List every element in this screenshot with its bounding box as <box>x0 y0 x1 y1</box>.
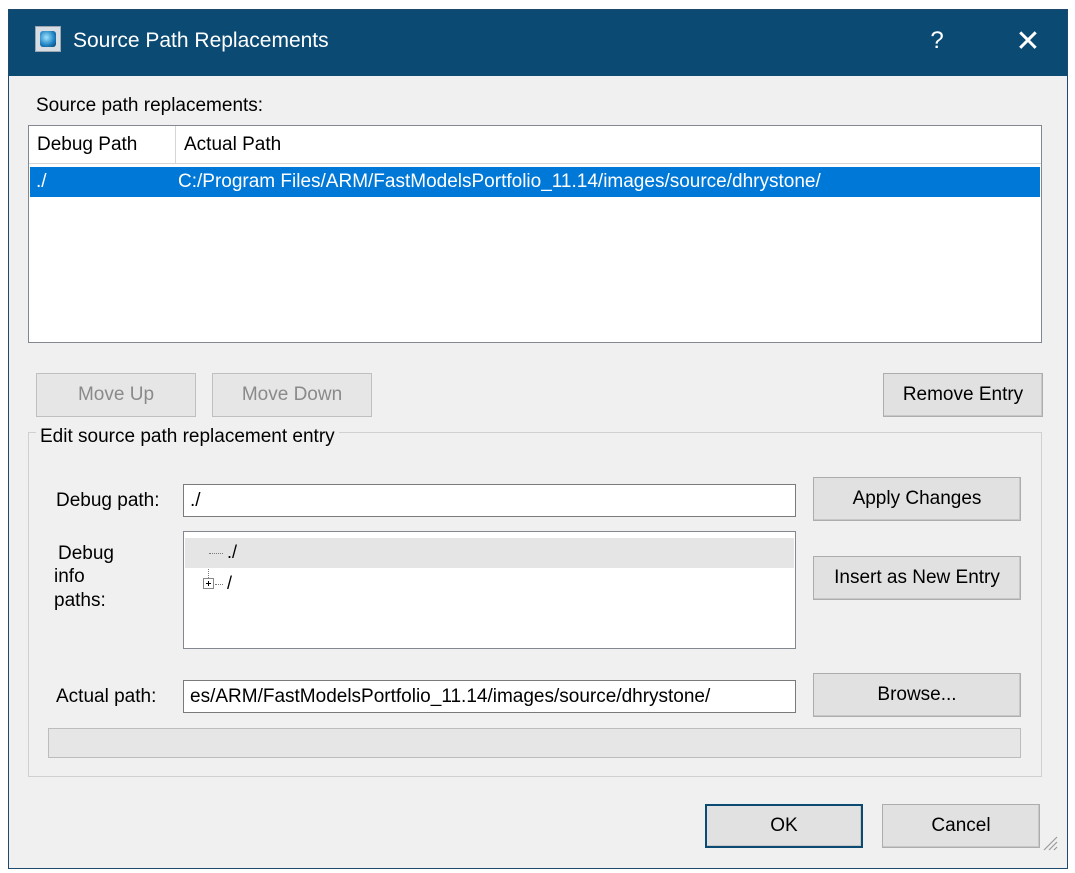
column-header-debug-path[interactable]: Debug Path <box>29 126 176 163</box>
close-icon[interactable]: ✕ <box>1005 22 1051 60</box>
row-actual-path: C:/Program Files/ARM/FastModelsPortfolio… <box>178 171 821 192</box>
move-up-button[interactable]: Move Up <box>36 373 196 417</box>
remove-entry-button[interactable]: Remove Entry <box>883 373 1043 417</box>
tree-item-label: / <box>227 573 233 593</box>
list-header: Debug Path Actual Path <box>29 126 1041 164</box>
apply-changes-button[interactable]: Apply Changes <box>813 477 1021 521</box>
app-icon <box>35 26 61 52</box>
row-debug-path: ./ <box>36 171 47 192</box>
expand-icon[interactable] <box>203 578 214 589</box>
window-title: Source Path Replacements <box>73 29 329 52</box>
tree-item-label: ./ <box>227 542 238 562</box>
insert-new-entry-button[interactable]: Insert as New Entry <box>813 556 1021 600</box>
cancel-button[interactable]: Cancel <box>882 804 1040 848</box>
actual-path-field[interactable]: es/ARM/FastModelsPortfolio_11.14/images/… <box>183 680 796 713</box>
debug-info-label-line2: info <box>54 566 85 587</box>
progress-bar <box>48 728 1021 758</box>
column-header-actual-path[interactable]: Actual Path <box>176 126 1042 163</box>
list-row[interactable]: ./ C:/Program Files/ARM/FastModelsPortfo… <box>30 167 1040 197</box>
tree-item[interactable]: / <box>185 569 794 599</box>
debug-path-field[interactable]: ./ <box>183 484 796 517</box>
help-icon[interactable]: ? <box>914 22 960 60</box>
ok-button[interactable]: OK <box>705 804 863 848</box>
title-bar[interactable]: Source Path Replacements ? ✕ <box>9 10 1067 76</box>
debug-path-label: Debug path: <box>56 490 160 511</box>
browse-button[interactable]: Browse... <box>813 673 1021 717</box>
move-down-button[interactable]: Move Down <box>212 373 372 417</box>
replacements-list[interactable]: Debug Path Actual Path ./ C:/Program Fil… <box>28 125 1042 343</box>
debug-info-label-line1: Debug <box>58 543 114 564</box>
actual-path-label: Actual path: <box>56 686 157 707</box>
resize-grip-icon[interactable] <box>1040 833 1058 851</box>
list-label: Source path replacements: <box>36 95 264 116</box>
debug-info-label-line3: paths: <box>54 590 106 611</box>
tree-item[interactable]: ./ <box>185 538 794 568</box>
edit-group-legend: Edit source path replacement entry <box>36 426 339 448</box>
debug-info-tree[interactable]: ./ / <box>183 531 796 649</box>
